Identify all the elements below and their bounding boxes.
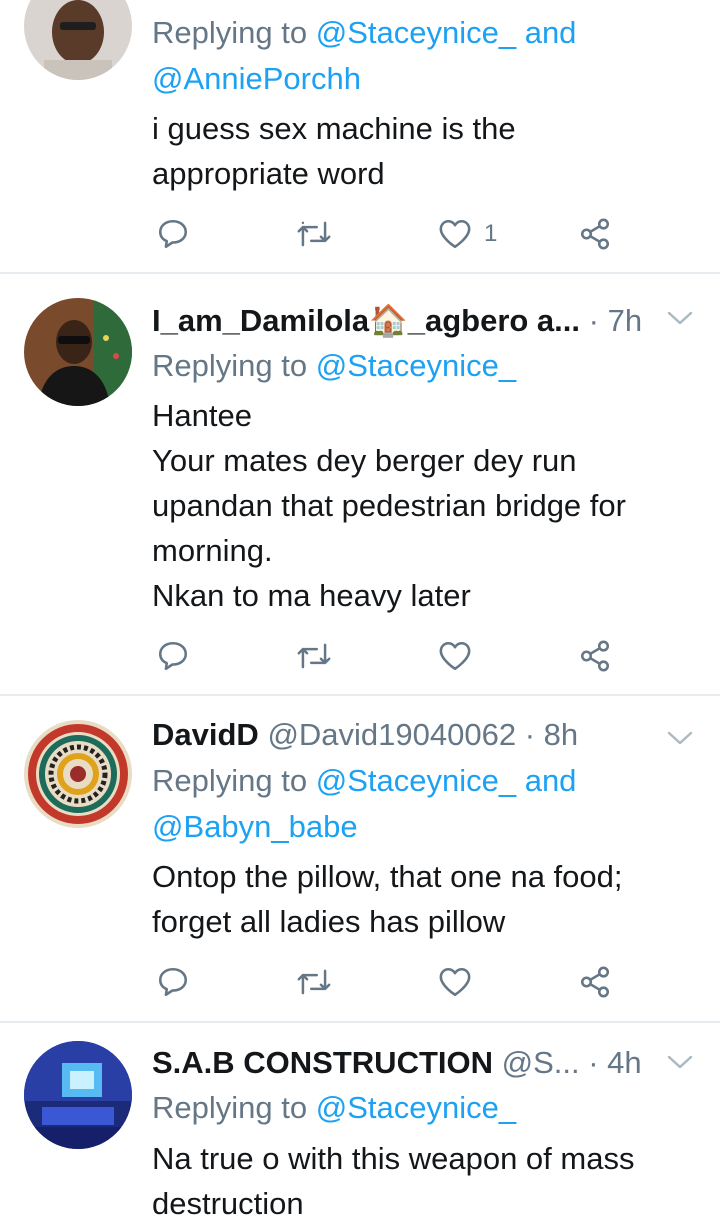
tweet-header: DavidD @David19040062 · 8h (152, 712, 578, 758)
chevron-down-icon[interactable] (666, 308, 694, 328)
mention-link[interactable]: @AnniePorchh (152, 56, 361, 102)
tweet-text-line: morning. (152, 533, 273, 568)
mention-link[interactable]: @Staceynice_ (316, 1090, 516, 1125)
replying-to: Replying to @Staceynice_ (152, 348, 517, 383)
like-button[interactable] (438, 962, 472, 1002)
tweet-text-line: Na true o with this weapon of mass (152, 1141, 635, 1176)
reply-icon (158, 967, 188, 997)
house-emoji: 🏠 (369, 303, 408, 338)
avatar[interactable] (24, 1041, 132, 1149)
share-button[interactable] (578, 214, 612, 254)
timestamp[interactable]: · 8h (525, 717, 578, 752)
heart-icon (439, 641, 471, 671)
retweet-icon (297, 643, 331, 669)
tweet-actions (152, 962, 622, 1002)
replying-to: Replying to @Staceynice_ and (152, 763, 577, 798)
mention-link[interactable]: @Staceynice_ (316, 348, 516, 383)
tweet-header: I_am_Damilola🏠_agbero a... · 7h (152, 298, 642, 344)
heart-icon (439, 967, 471, 997)
retweet-button[interactable] (296, 636, 332, 676)
display-name[interactable]: I_am_Damilola🏠_agbero a... (152, 303, 580, 338)
retweet-button[interactable] (296, 962, 332, 1002)
tweet-text-line: Nkan to ma heavy later (152, 578, 471, 613)
replying-to: Replying to @Staceynice_ and (152, 15, 577, 50)
tweet-text-line: Hantee (152, 398, 252, 433)
like-button[interactable]: 1 (438, 214, 497, 254)
like-button[interactable] (438, 636, 472, 676)
timestamp[interactable]: · 7h (589, 303, 642, 338)
mention-link[interactable]: @Staceynice_ (316, 763, 516, 798)
tweet-text-line: Your mates dey berger dey run (152, 443, 577, 478)
avatar[interactable] (24, 0, 132, 80)
mention-link[interactable]: @Staceynice_ (316, 15, 516, 50)
tweet-text-line: upandan that pedestrian bridge for (152, 488, 626, 523)
tweet-1[interactable]: Replying to @Staceynice_ and @AnniePorch… (0, 0, 720, 272)
share-icon (580, 640, 610, 672)
tweet-3[interactable]: DavidD @David19040062 · 8h Replying to @… (0, 696, 720, 1021)
display-name[interactable]: S.A.B CONSTRUCTION (152, 1045, 493, 1080)
retweet-icon (297, 969, 331, 995)
replying-to: Replying to @Staceynice_ (152, 1090, 517, 1125)
reply-button[interactable] (156, 636, 190, 676)
tweet-text-line: i guess sex machine is the (152, 111, 516, 146)
share-icon (580, 218, 610, 250)
chevron-down-icon[interactable] (666, 728, 694, 748)
tweet-text-line: forget all ladies has pillow (152, 904, 506, 939)
reply-button[interactable] (156, 962, 190, 1002)
tweet-header: S.A.B CONSTRUCTION @S... · 4h (152, 1040, 642, 1086)
like-count: 1 (484, 220, 498, 247)
reply-button[interactable] (156, 214, 190, 254)
share-icon (580, 966, 610, 998)
retweet-button[interactable] (296, 214, 332, 254)
heart-icon (439, 219, 471, 249)
tweet-actions: 1 (152, 214, 622, 254)
mention-link[interactable]: @Babyn_babe (152, 804, 358, 850)
tweet-text-line: destruction (152, 1186, 304, 1221)
retweet-icon (297, 221, 331, 247)
reply-icon (158, 219, 188, 249)
tweet-text-line: Ontop the pillow, that one na food; (152, 859, 623, 894)
display-name[interactable]: DavidD (152, 717, 259, 752)
reply-icon (158, 641, 188, 671)
timestamp[interactable]: · 4h (588, 1045, 641, 1080)
share-button[interactable] (578, 962, 612, 1002)
username[interactable]: @S... (502, 1045, 580, 1080)
username[interactable]: @David19040062 (267, 717, 516, 752)
share-button[interactable] (578, 636, 612, 676)
chevron-down-icon[interactable] (666, 1052, 694, 1072)
tweet-text-line: appropriate word (152, 156, 385, 191)
avatar[interactable] (24, 720, 132, 828)
tweet-2[interactable]: I_am_Damilola🏠_agbero a... · 7h Replying… (0, 274, 720, 694)
tweet-actions (152, 636, 622, 676)
tweet-4[interactable]: S.A.B CONSTRUCTION @S... · 4h Replying t… (0, 1023, 720, 1221)
avatar[interactable] (24, 298, 132, 406)
